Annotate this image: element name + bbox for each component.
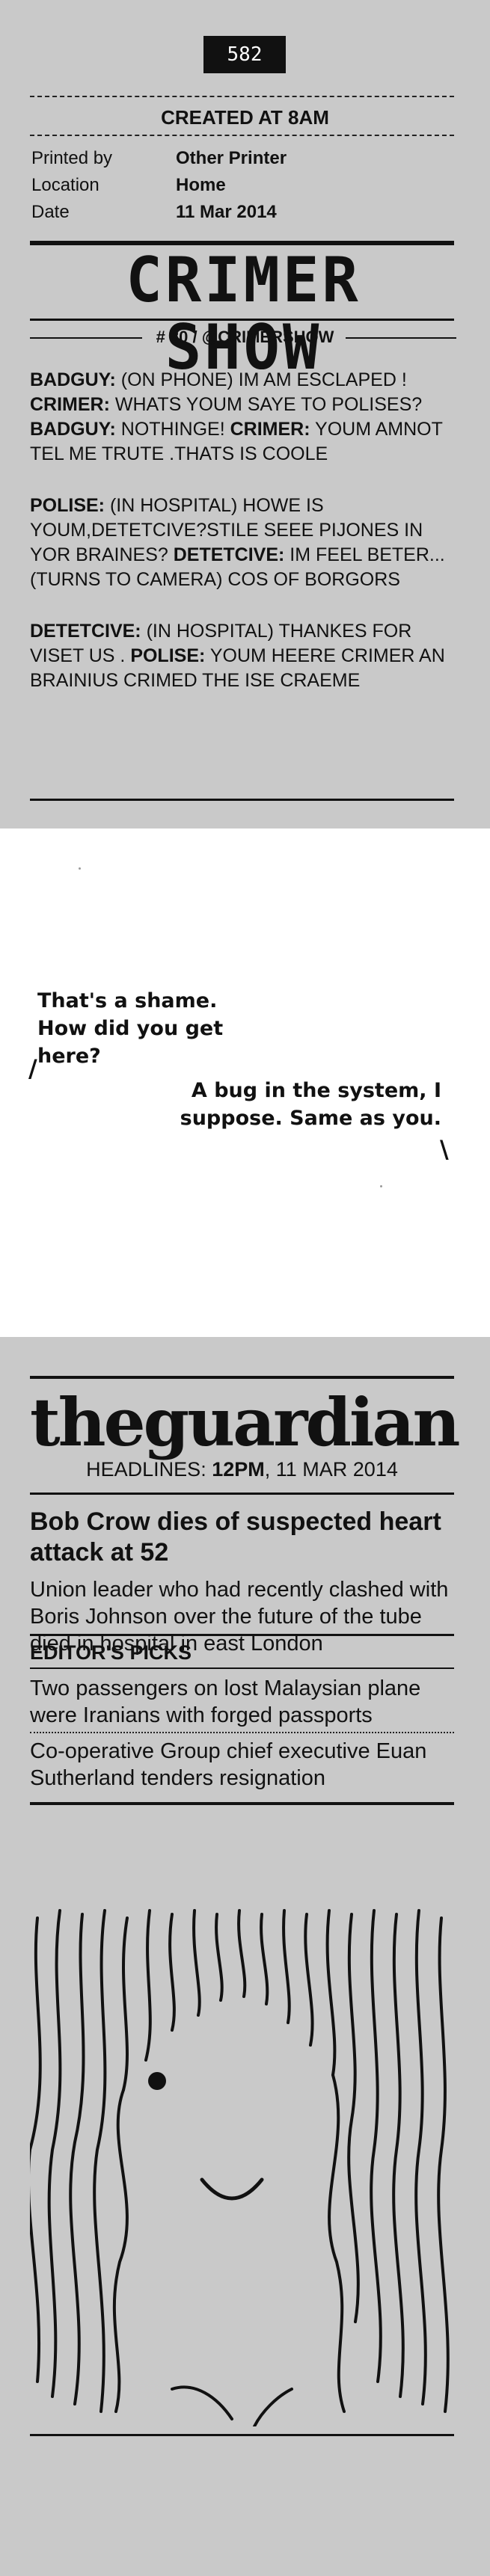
meta-label: Location <box>31 175 99 195</box>
meta-label: Date <box>31 202 70 222</box>
line: (ON PHONE) IM AM ESCLAPED ! <box>115 369 407 390</box>
divider <box>30 1667 454 1669</box>
torn-edge <box>30 799 454 801</box>
tag-rule-right <box>346 337 456 339</box>
eye <box>148 2072 166 2090</box>
show-title: CRIMER SHOW <box>126 244 361 384</box>
speaker: CRIMER: <box>230 419 310 440</box>
line: WHATS YOUM SAYE TO POLISES? <box>109 394 423 415</box>
divider <box>30 135 454 136</box>
speaker: DETETCIVE: <box>173 544 285 565</box>
speaker: BADGUY: <box>30 369 116 390</box>
line: NOTHINGE! <box>115 419 230 440</box>
speech-tick-right: \ <box>440 1135 449 1163</box>
guardian-logo: theguardian <box>30 1383 460 1461</box>
dialogue-paragraph: DETETCIVE: (IN HOSPITAL) THANKES FOR VIS… <box>30 619 456 693</box>
speech-line-2: A bug in the system, I suppose. Same as … <box>180 1079 441 1130</box>
headlines-label: HEADLINES: <box>86 1458 212 1481</box>
divider <box>30 2434 454 2436</box>
divider <box>30 1732 454 1733</box>
speaker: CRIMER: <box>30 394 110 415</box>
speaker: POLISE: <box>130 645 206 666</box>
headlines-date: , 11 MAR 2014 <box>264 1458 398 1481</box>
headlines-line: HEADLINES: 12PM, 11 MAR 2014 <box>30 1458 454 1481</box>
dialogue: BADGUY: (ON PHONE) IM AM ESCLAPED ! CRIM… <box>30 368 456 720</box>
hair-face-illustration <box>30 1909 450 2426</box>
speaker: BADGUY: <box>30 419 116 440</box>
dialogue-paragraph: BADGUY: (ON PHONE) IM AM ESCLAPED ! CRIM… <box>30 368 456 467</box>
meta-value: 11 Mar 2014 <box>176 202 277 222</box>
speck <box>380 1185 382 1187</box>
divider <box>30 96 454 97</box>
meta-value: Other Printer <box>176 148 287 168</box>
divider <box>30 319 454 321</box>
meta-label: Printed by <box>31 148 113 168</box>
speech-line-1: That's a shame. How did you get here? <box>37 989 224 1068</box>
dialogue-paragraph: POLISE: (IN HOSPITAL) HOWE IS YOUM,DETET… <box>30 494 456 592</box>
editors-picks-label: EDITOR'S PICKS <box>30 1641 192 1664</box>
speech-tick-left: / <box>28 1054 37 1083</box>
lead-headline: Bob Crow dies of suspected heart attack … <box>30 1507 441 1567</box>
pick-item: Two passengers on lost Malaysian plane w… <box>30 1676 421 1727</box>
pick-item: Co-operative Group chief executive Euan … <box>30 1739 427 1790</box>
speaker: POLISE: <box>30 495 105 516</box>
divider <box>30 1634 454 1636</box>
receipt-number-badge: 582 <box>203 36 286 73</box>
meta-value: Home <box>176 175 226 195</box>
speaker: DETETCIVE: <box>30 621 141 642</box>
divider <box>30 1376 454 1379</box>
speck <box>79 867 81 870</box>
created-at-heading: CREATED AT 8AM <box>161 106 329 129</box>
divider <box>30 1493 454 1495</box>
divider <box>30 1802 454 1805</box>
headlines-time: 12PM <box>212 1458 265 1481</box>
